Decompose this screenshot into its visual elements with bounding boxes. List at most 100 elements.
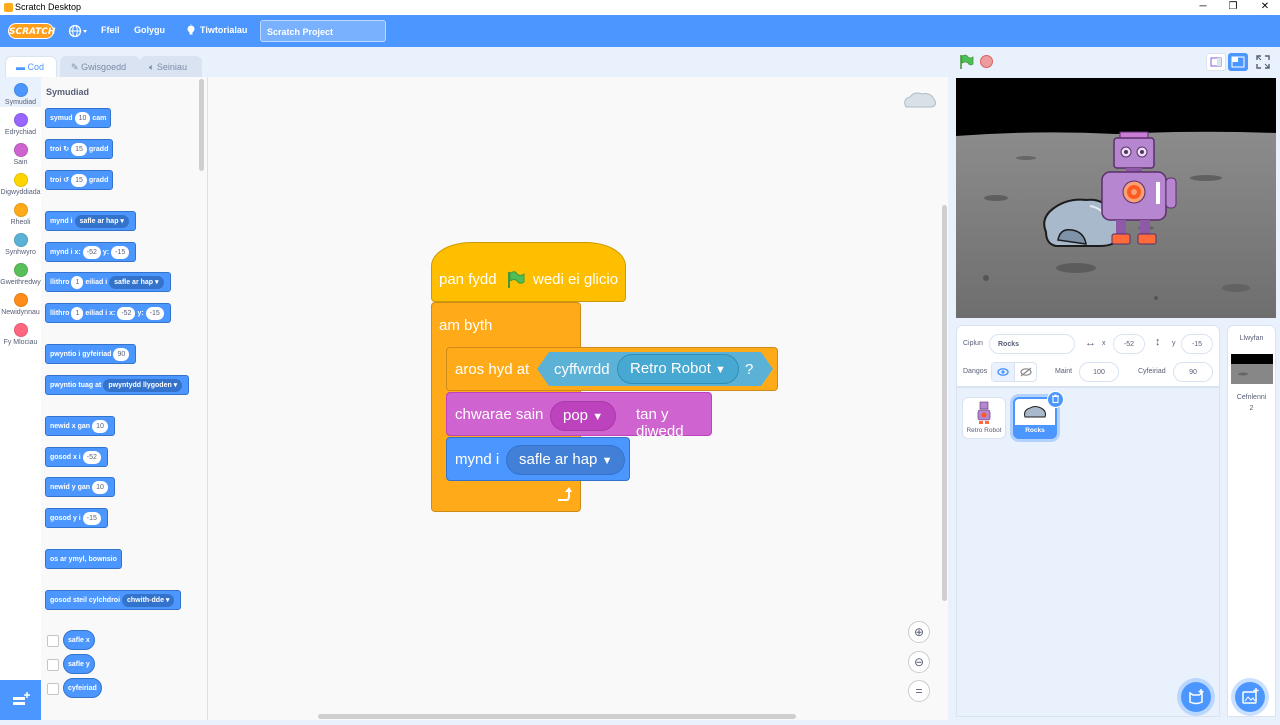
close-button[interactable]: ✕ <box>1250 0 1280 15</box>
block-set-x[interactable]: gosod x i -52 <box>45 447 108 467</box>
delete-sprite-button[interactable] <box>1047 391 1064 408</box>
category-control[interactable]: Rheoli <box>0 203 41 226</box>
category-events[interactable]: Digwyddiada <box>0 173 41 196</box>
zoom-reset-button[interactable]: = <box>908 680 930 702</box>
dropdown-value: safle ar hap <box>79 217 119 225</box>
y-position-input[interactable]: -15 <box>1181 334 1213 354</box>
scratch-logo[interactable]: SCRATCH <box>8 23 55 39</box>
block-dropdown[interactable]: chwith-dde ▾ <box>122 593 175 607</box>
category-looks[interactable]: Edrychiad <box>0 113 41 136</box>
block-move-steps[interactable]: symud 10 cam <box>45 108 112 128</box>
retro-robot-sprite[interactable] <box>1098 130 1180 250</box>
touching-target-dropdown[interactable]: Retro Robot ▼ <box>617 354 739 384</box>
block-text: newid y gan <box>50 484 91 491</box>
block-turn-right[interactable]: troi ↻ 15 gradd <box>45 139 114 159</box>
category-motion[interactable]: Symudiad <box>0 83 41 106</box>
globe-icon <box>68 24 87 38</box>
block-change-x[interactable]: newid x gan 10 <box>45 416 115 436</box>
block-input[interactable]: -52 <box>82 450 101 464</box>
hide-sprite-button[interactable] <box>1015 363 1037 381</box>
stage-canvas[interactable] <box>956 78 1276 318</box>
code-workspace[interactable]: pan fydd wedi ei glicio am byth aros hyd… <box>208 77 948 720</box>
zoom-in-button[interactable]: ⊕ <box>908 621 930 643</box>
category-variables[interactable]: Newidynnau <box>0 293 41 316</box>
sound-dropdown[interactable]: pop ▼ <box>550 401 617 431</box>
palette-scrollbar[interactable] <box>199 79 204 171</box>
block-input[interactable]: 90 <box>113 347 130 361</box>
checkbox-y-position[interactable] <box>47 659 59 671</box>
block-input[interactable]: 15 <box>71 173 87 187</box>
edit-menu[interactable]: Golygu <box>134 25 165 35</box>
workspace-vertical-scrollbar[interactable] <box>942 205 947 601</box>
tab-costumes[interactable]: ✎ Gwisgoedd <box>60 56 140 78</box>
block-input[interactable]: -15 <box>82 511 101 525</box>
block-input[interactable]: 10 <box>92 419 108 433</box>
block-glide-xy[interactable]: llithro 1 eiliad i x: -52 y: -15 <box>45 303 171 323</box>
add-sprite-button[interactable] <box>1181 682 1211 712</box>
block-set-y[interactable]: gosod y i -15 <box>45 508 108 528</box>
maximize-button[interactable]: ❐ <box>1218 0 1248 15</box>
direction-input[interactable]: 90 <box>1173 362 1213 382</box>
category-operators[interactable]: Gweithredwy <box>0 263 41 286</box>
size-input[interactable]: 100 <box>1079 362 1119 382</box>
block-input[interactable]: -15 <box>145 306 164 320</box>
sprite-thumb-rocks[interactable]: Rocks <box>1013 391 1064 439</box>
block-go-to[interactable]: mynd i safle ar hap ▼ <box>446 437 630 481</box>
block-input[interactable]: 10 <box>92 480 108 494</box>
block-goto[interactable]: mynd i safle ar hap ▾ <box>45 211 136 231</box>
block-glide[interactable]: llithro 1 eiliad i safle ar hap ▾ <box>45 272 171 292</box>
block-dropdown[interactable]: safle ar hap ▾ <box>74 214 129 228</box>
block-change-y[interactable]: newid y gan 10 <box>45 477 115 497</box>
small-stage-button[interactable] <box>1206 53 1226 71</box>
tab-sounds[interactable]: 🔈︎ Seiniau <box>140 56 202 78</box>
category-sensing[interactable]: Synhwyro <box>0 233 41 256</box>
reporter-x-position[interactable]: safle x <box>63 630 95 650</box>
block-text: y: <box>102 249 110 256</box>
block-wait-until[interactable]: aros hyd at cyffwrdd Retro Robot ▼ ? <box>446 347 778 391</box>
block-when-flag-clicked[interactable]: pan fydd wedi ei glicio <box>431 242 626 302</box>
green-flag-button[interactable] <box>958 54 974 70</box>
block-input[interactable]: -52 <box>82 245 101 259</box>
checkbox-x-position[interactable] <box>47 635 59 647</box>
tutorials-menu[interactable]: Tiwtorialau <box>200 25 247 35</box>
project-title-input[interactable]: Scratch Project <box>260 20 386 42</box>
large-stage-button[interactable] <box>1228 53 1248 71</box>
category-sound[interactable]: Sain <box>0 143 41 166</box>
block-input[interactable]: -15 <box>111 245 130 259</box>
block-play-sound-until-done[interactable]: chwarae sain pop ▼ tan y diwedd <box>446 392 712 440</box>
sprite-thumb-retro-robot[interactable]: Retro Robot <box>962 397 1006 439</box>
block-input[interactable]: -52 <box>117 306 136 320</box>
tab-code[interactable]: ▬ Cod <box>5 56 57 78</box>
fullscreen-button[interactable] <box>1254 53 1272 71</box>
file-menu[interactable]: Ffeil <box>101 25 120 35</box>
block-input[interactable]: 1 <box>71 275 84 289</box>
checkbox-direction[interactable] <box>47 683 59 695</box>
zoom-out-button[interactable]: ⊖ <box>908 651 930 673</box>
sprite-name-input[interactable]: Rocks <box>989 334 1075 354</box>
block-dropdown[interactable]: safle ar hap ▾ <box>109 275 164 289</box>
add-backdrop-button[interactable] <box>1235 682 1265 712</box>
stage-selector-pane[interactable]: Llwyfan Cefnlenni 2 <box>1227 325 1276 717</box>
block-input[interactable]: 15 <box>71 142 87 156</box>
block-input[interactable]: 10 <box>74 111 91 125</box>
block-rotation-style[interactable]: gosod steil cylchdroi chwith-dde ▾ <box>45 590 182 610</box>
minimize-button[interactable]: ─ <box>1188 0 1218 15</box>
category-myblocks[interactable]: Fy Mlociau <box>0 323 41 346</box>
block-point-towards[interactable]: pwyntio tuag at pwyntydd llygoden ▾ <box>45 375 190 395</box>
block-point-direction[interactable]: pwyntio i gyfeiriad 90 <box>45 344 137 364</box>
block-goto-xy[interactable]: mynd i x: -52 y: -15 <box>45 242 137 262</box>
go-to-target-dropdown[interactable]: safle ar hap ▼ <box>506 445 626 475</box>
language-menu[interactable] <box>68 23 90 39</box>
reporter-direction[interactable]: cyfeiriad <box>63 678 102 698</box>
x-position-input[interactable]: -52 <box>1113 334 1145 354</box>
block-dropdown[interactable]: pwyntydd llygoden ▾ <box>103 378 183 392</box>
reporter-y-position[interactable]: safle y <box>63 654 95 674</box>
show-sprite-button[interactable] <box>992 363 1015 381</box>
block-input[interactable]: 1 <box>71 306 84 320</box>
stop-button[interactable] <box>980 55 993 68</box>
forever-label: am byth <box>439 317 493 334</box>
add-extension-button[interactable] <box>0 680 41 720</box>
block-turn-left[interactable]: troi ↺ 15 gradd <box>45 170 114 190</box>
workspace-horizontal-scrollbar[interactable] <box>318 714 796 719</box>
block-bounce[interactable]: os ar ymyl, bownsio <box>45 549 122 569</box>
